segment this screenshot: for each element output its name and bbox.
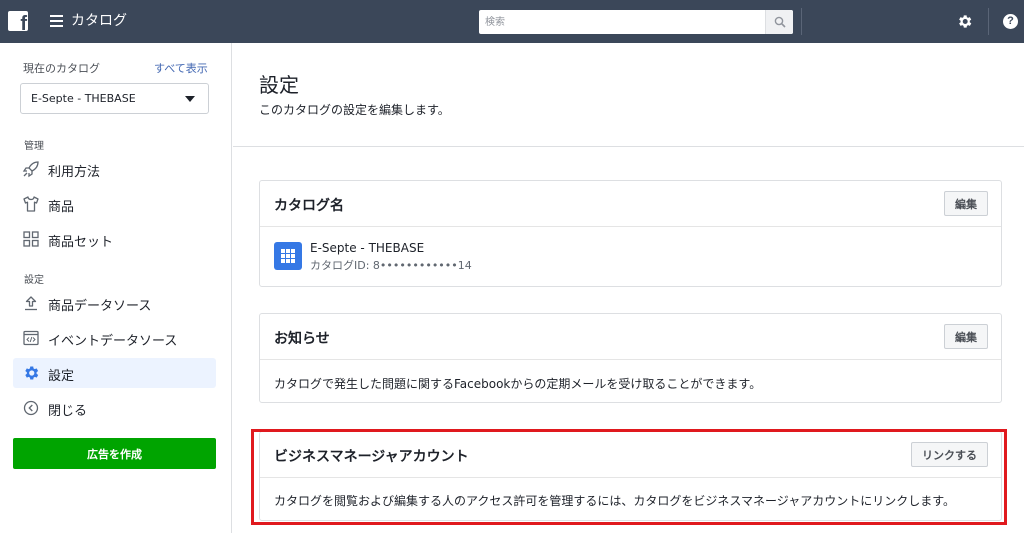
collapse-icon (23, 400, 39, 416)
sidebar: 現在のカタログ すべて表示 E-Septe - THEBASE 管理 利用方法 … (0, 43, 232, 533)
tshirt-icon (23, 196, 39, 212)
card-header: ビジネスマネージャアカウント リンクする (260, 432, 1001, 478)
catalog-grid-icon (274, 242, 302, 270)
search-box (479, 10, 793, 34)
notifications-card: お知らせ 編集 カタログで発生した問題に関するFacebookからの定期メールを… (259, 313, 1002, 403)
grid-icon (23, 231, 39, 247)
current-catalog-label: 現在のカタログ (23, 62, 100, 75)
sidebar-item-label: 閉じる (48, 404, 88, 419)
facebook-logo-icon[interactable]: f (8, 11, 28, 31)
card-header: カタログ名 編集 (260, 181, 1001, 227)
notifications-description: カタログで発生した問題に関するFacebookからの定期メールを受け取ることがで… (274, 377, 762, 391)
sidebar-item-collapse[interactable]: 閉じる (13, 393, 216, 423)
top-bar: f カタログ ? (0, 0, 1024, 43)
catalog-name: E-Septe - THEBASE (310, 241, 425, 255)
sidebar-item-label: 商品 (48, 200, 75, 215)
show-all-link[interactable]: すべて表示 (154, 60, 208, 76)
code-window-icon (23, 330, 39, 346)
catalog-id: カタログID: 8••••••••••••14 (310, 259, 472, 272)
sidebar-item-event-data-sources[interactable]: イベントデータソース (13, 323, 216, 353)
sidebar-item-label: 利用方法 (48, 165, 101, 180)
hamburger-menu-icon[interactable] (50, 15, 63, 27)
card-title: お知らせ (274, 331, 330, 347)
business-manager-card: ビジネスマネージャアカウント リンクする カタログを閲覧および編集する人のアクセ… (259, 431, 1002, 521)
sidebar-item-products[interactable]: 商品 (13, 189, 216, 219)
sidebar-item-getting-started[interactable]: 利用方法 (13, 154, 216, 184)
divider (233, 146, 1024, 147)
divider (988, 8, 989, 35)
card-title: ビジネスマネージャアカウント (274, 449, 469, 465)
gear-icon[interactable] (956, 13, 973, 30)
search-input[interactable] (479, 10, 765, 34)
edit-notifications-button[interactable]: 編集 (944, 324, 988, 349)
sidebar-item-product-data-sources[interactable]: 商品データソース (13, 288, 216, 318)
upload-icon (25, 296, 37, 311)
divider (801, 8, 802, 35)
sidebar-item-settings[interactable]: 設定 (13, 358, 216, 388)
catalog-name-card: カタログ名 編集 E-Septe - THEBASE カタログID: 8••••… (259, 180, 1002, 287)
card-title: カタログ名 (274, 198, 344, 214)
search-button[interactable] (765, 10, 793, 34)
caret-down-icon (185, 96, 195, 102)
help-icon[interactable]: ? (1003, 14, 1018, 29)
sidebar-item-label: イベントデータソース (48, 334, 178, 349)
app-title: カタログ (71, 13, 127, 29)
search-icon (774, 16, 786, 28)
sidebar-item-label: 商品データソース (48, 299, 152, 314)
page-title: 設定 (259, 73, 299, 97)
section-heading-manage: 管理 (24, 141, 44, 152)
sidebar-item-label: 設定 (48, 369, 75, 384)
edit-catalog-name-button[interactable]: 編集 (944, 191, 988, 216)
gear-icon (25, 366, 39, 380)
card-header: お知らせ 編集 (260, 314, 1001, 360)
selected-catalog: E-Septe - THEBASE (31, 92, 136, 105)
sidebar-item-label: 商品セット (48, 235, 114, 250)
page-subtitle: このカタログの設定を編集します。 (259, 103, 450, 117)
section-heading-settings: 設定 (24, 275, 44, 286)
rocket-icon (22, 161, 39, 178)
create-ad-button[interactable]: 広告を作成 (13, 438, 216, 469)
catalog-selector[interactable]: E-Septe - THEBASE (20, 83, 209, 114)
link-business-manager-button[interactable]: リンクする (911, 442, 988, 467)
sidebar-item-product-sets[interactable]: 商品セット (13, 224, 216, 254)
business-manager-description: カタログを閲覧および編集する人のアクセス許可を管理するには、カタログをビジネスマ… (274, 494, 956, 508)
